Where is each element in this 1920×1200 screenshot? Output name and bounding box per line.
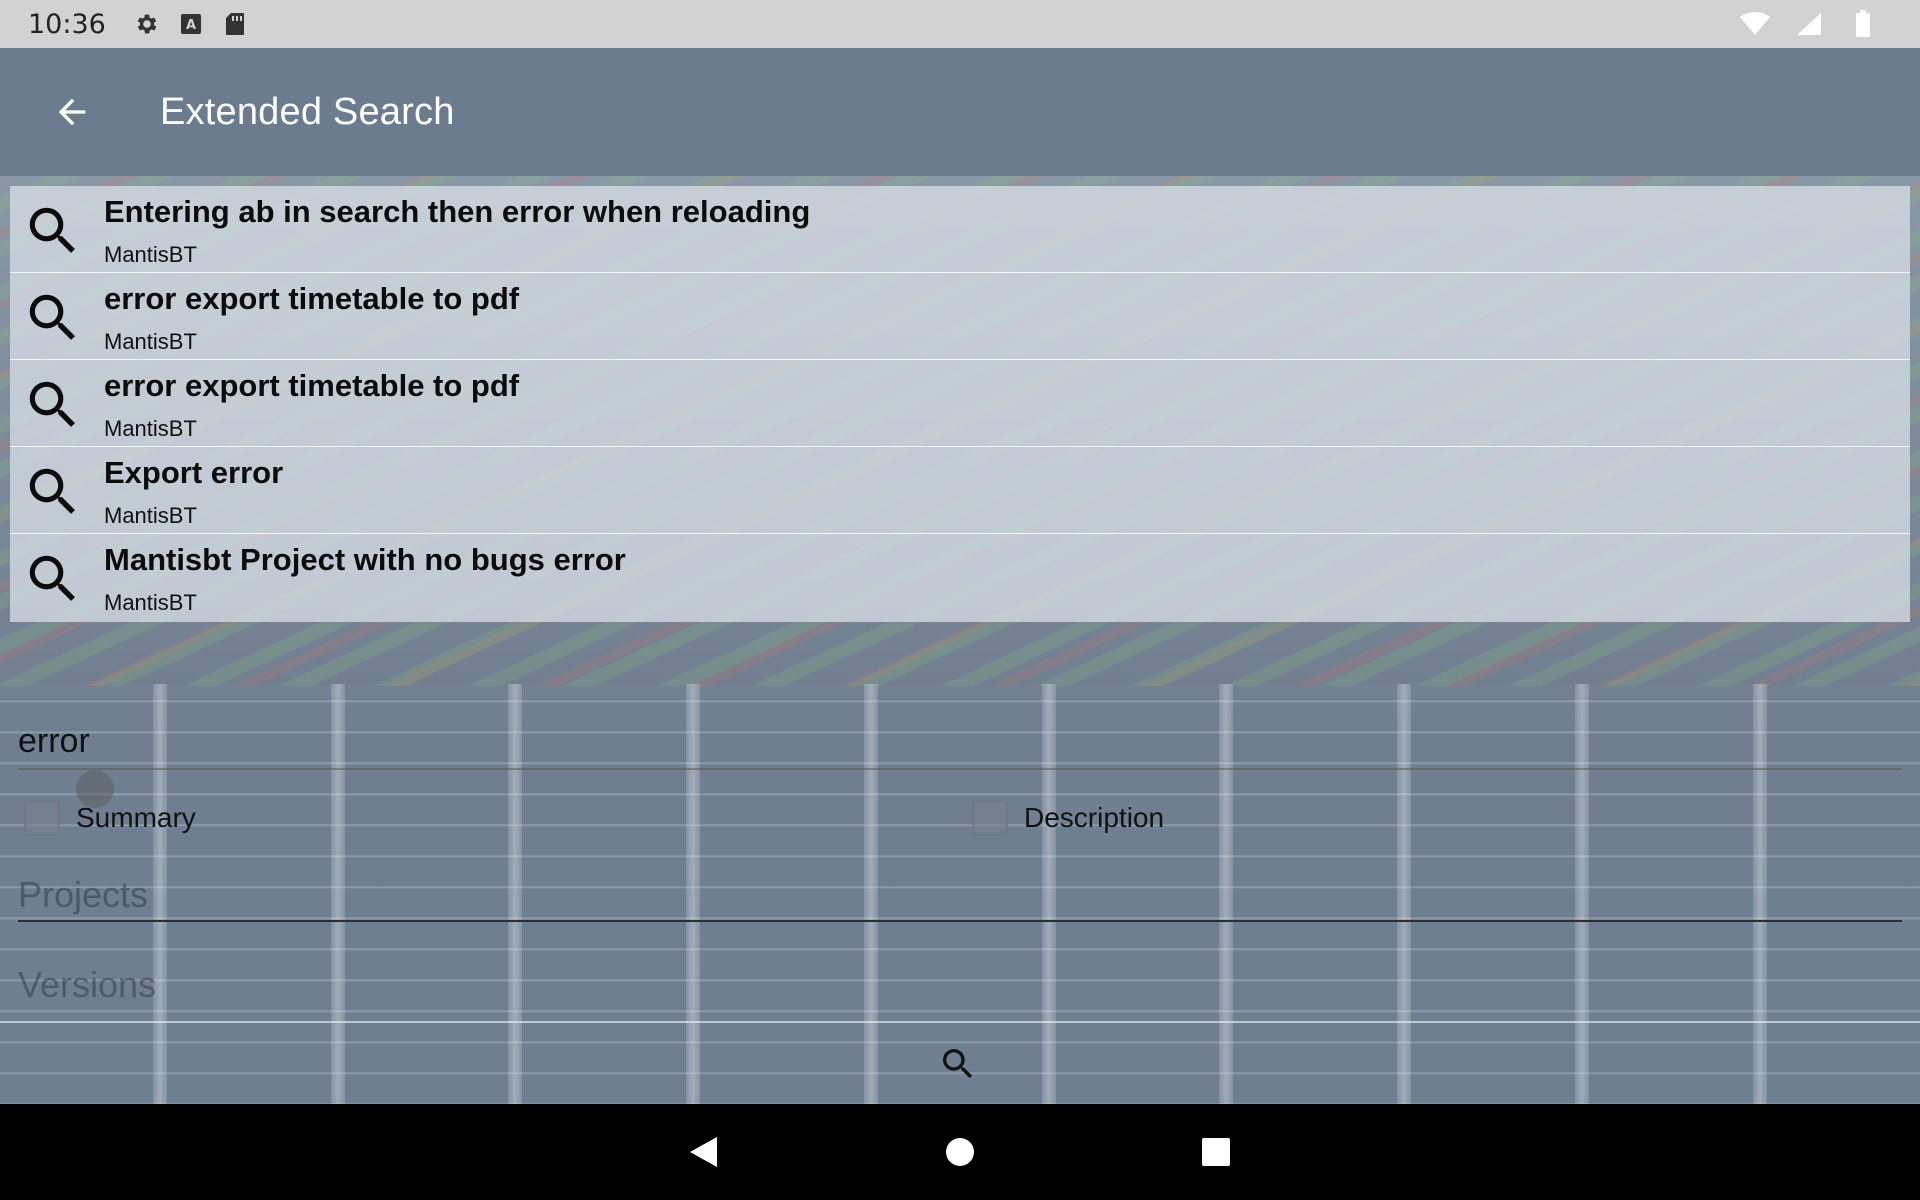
description-checkbox[interactable] (972, 800, 1008, 836)
suggestion-title: Export error (104, 455, 284, 490)
summary-checkbox-row[interactable]: Summary (24, 796, 196, 840)
summary-label: Summary (76, 802, 196, 833)
arrow-back-icon (58, 98, 86, 126)
page-title: Extended Search (160, 90, 455, 133)
svg-text:A: A (186, 18, 196, 33)
description-label: Description (1024, 802, 1165, 833)
suggestion-item[interactable]: Entering ab in search then error when re… (10, 186, 1910, 273)
nav-home-button[interactable] (912, 1104, 1008, 1200)
suggestion-title: Entering ab in search then error when re… (104, 194, 811, 229)
versions-field[interactable]: Versions (18, 962, 1902, 1012)
sd-card-icon (220, 9, 250, 39)
battery-icon (1848, 9, 1878, 39)
nav-recents-button[interactable] (1168, 1104, 1264, 1200)
suggestion-item[interactable]: error export timetable to pdf MantisBT (10, 273, 1910, 360)
search-button[interactable] (936, 1042, 980, 1086)
status-time: 10:36 (28, 8, 106, 40)
app-bar: Extended Search (0, 48, 1920, 176)
search-icon (29, 207, 75, 253)
suggestion-item[interactable]: Export error MantisBT (10, 447, 1910, 534)
suggestion-title: Mantisbt Project with no bugs error (104, 542, 626, 577)
description-checkbox-row[interactable]: Description (972, 796, 1164, 840)
search-input[interactable]: error (18, 716, 1902, 770)
suggestion-subtitle: MantisBT (104, 590, 197, 615)
keyboard-a-icon: A (176, 9, 206, 39)
square-recents-icon (1202, 1138, 1230, 1166)
triangle-back-icon (690, 1137, 717, 1167)
search-icon (29, 294, 75, 340)
divider (0, 1021, 1920, 1023)
projects-field[interactable]: Projects (18, 872, 1902, 922)
suggestion-item[interactable]: error export timetable to pdf MantisBT (10, 360, 1910, 447)
summary-checkbox[interactable] (24, 800, 60, 836)
wifi-icon (1740, 9, 1770, 39)
search-icon (943, 1049, 973, 1079)
suggestion-subtitle: MantisBT (104, 503, 197, 528)
search-icon (29, 555, 75, 601)
nav-back-button[interactable] (656, 1104, 752, 1200)
suggestion-title: error export timetable to pdf (104, 368, 520, 403)
suggestion-subtitle: MantisBT (104, 242, 197, 267)
search-suggestions: Entering ab in search then error when re… (10, 186, 1910, 622)
status-bar: 10:36 A (0, 0, 1920, 48)
back-button[interactable] (32, 72, 112, 152)
suggestion-subtitle: MantisBT (104, 416, 197, 441)
suggestion-title: error export timetable to pdf (104, 281, 520, 316)
search-icon (29, 468, 75, 514)
navigation-bar (0, 1104, 1920, 1200)
circle-home-icon (946, 1138, 974, 1166)
suggestion-item[interactable]: Mantisbt Project with no bugs error Mant… (10, 534, 1910, 621)
gear-icon (132, 9, 162, 39)
cell-signal-icon (1794, 9, 1824, 39)
search-icon (29, 381, 75, 427)
suggestion-subtitle: MantisBT (104, 329, 197, 354)
